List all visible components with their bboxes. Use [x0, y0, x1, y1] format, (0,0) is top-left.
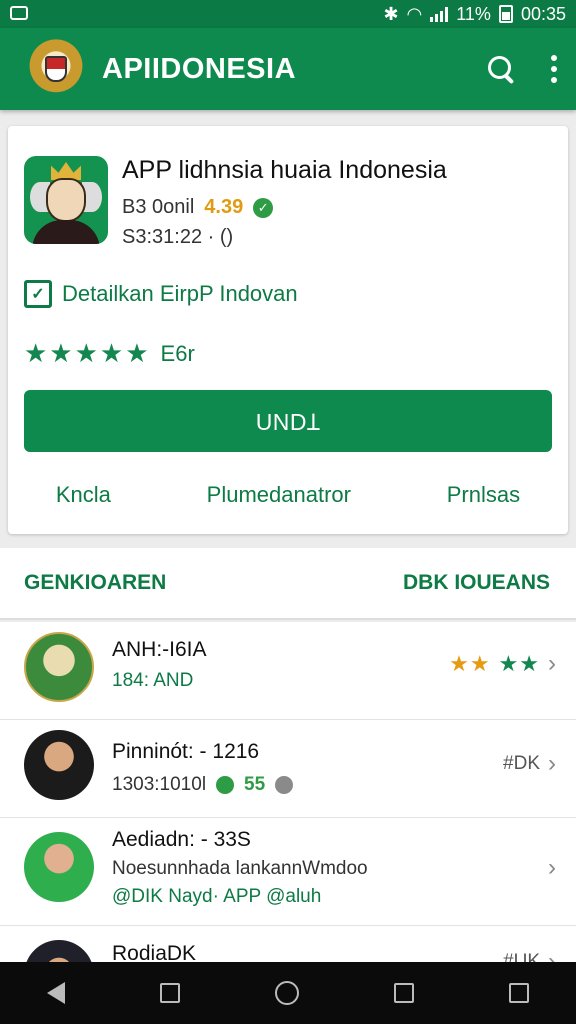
wifi-icon: ◠: [406, 3, 423, 24]
home-icon[interactable]: [274, 981, 299, 1005]
app-title: APIIDONESIA: [102, 52, 297, 85]
chevron-right-icon: ›: [548, 750, 556, 777]
check-icon: ✓: [24, 280, 52, 308]
item-subtitle: Noesunnhada lankannWmdoo: [112, 858, 368, 879]
bluetooth-icon: ✱: [383, 3, 399, 24]
list-item[interactable]: ANH:-I6IA 184: AND ★★ ★★ ›: [0, 622, 576, 720]
chevron-right-icon: ›: [548, 650, 556, 677]
app-detail-card: APP lidhnsia huaia Indonesia B3 0onil 4.…: [8, 126, 568, 534]
app-name: APP lidhnsia huaia Indonesia: [122, 156, 447, 184]
rating-row: ★★★★★ E6r: [24, 338, 195, 369]
recents-icon[interactable]: [393, 983, 414, 1003]
item-title: RodiaDK: [112, 942, 197, 962]
card-links: Kncla Plumedanatror Prnlsas: [8, 482, 568, 508]
app-bar: APIIDONESIA: [0, 28, 576, 110]
section-title[interactable]: GENKIOAREN: [24, 571, 166, 595]
install-button[interactable]: UNDꞱ: [24, 390, 552, 452]
battery-percent: 11%: [456, 3, 491, 24]
item-subtitle-2: @DIK Nayd· APP @aluh: [112, 886, 322, 907]
app-list: ANH:-I6IA 184: AND ★★ ★★ › Pinninót: - 12…: [0, 622, 576, 962]
star-rating-orange: ★★: [449, 651, 491, 676]
item-subtitle: 184: AND: [112, 670, 194, 691]
back-icon[interactable]: [47, 982, 66, 1004]
square-icon[interactable]: [160, 983, 181, 1003]
avatar: [24, 832, 94, 902]
list-item[interactable]: RodiaDK #UK ›: [0, 926, 576, 962]
section-header: GENKIOAREN DBK IOUEANS: [0, 548, 576, 620]
app-meta-line: B3 0onil 4.39 ✓: [122, 196, 274, 219]
section-more-link[interactable]: DBK IOUEANS: [403, 571, 550, 595]
badge-icon: [216, 776, 235, 794]
status-bar: ✱ ◠ 11% 00:35: [0, 0, 576, 28]
item-count: 55: [244, 774, 266, 795]
chevron-right-icon: ›: [548, 948, 556, 962]
developer-text: B3 0onil: [122, 196, 195, 218]
detail-link[interactable]: ✓ Detailkan EirpP Indovan: [24, 280, 298, 308]
search-icon[interactable]: [486, 54, 516, 84]
chevron-right-icon: ›: [548, 854, 556, 881]
clock: 00:35: [520, 3, 566, 24]
item-title: ANH:-I6IA: [112, 638, 207, 661]
notification-box-icon: [10, 5, 28, 20]
list-item[interactable]: Pinninót: - 1216 1303:1010l 55 #DK ›: [0, 720, 576, 818]
rating-label: E6r: [160, 340, 195, 366]
item-tag: #UK: [503, 951, 540, 962]
star-rating-green: ★★: [498, 651, 540, 676]
link-1[interactable]: Kncla: [56, 482, 111, 508]
item-subtitle: 1303:1010l: [112, 774, 207, 795]
more-options-icon[interactable]: [550, 55, 558, 83]
emblem-logo: [24, 37, 88, 101]
item-title: Pinninót: - 1216: [112, 740, 260, 763]
avatar: [24, 730, 94, 800]
signal-icon: [430, 6, 449, 22]
system-nav-bar: [0, 962, 576, 1024]
avatar: [24, 940, 94, 962]
rating-value: 4.39: [204, 196, 244, 218]
app-icon: [24, 156, 108, 244]
globe-icon: [275, 776, 294, 794]
list-item[interactable]: Aediadn: - 33S Noesunnhada lankannWmdoo …: [0, 818, 576, 926]
link-3[interactable]: Prnlsas: [447, 482, 520, 508]
link-2[interactable]: Plumedanatror: [207, 482, 351, 508]
verified-icon: ✓: [253, 197, 274, 218]
app-meta-line-2: S3:31:22 · (): [122, 226, 234, 248]
star-rating: ★★★★★: [24, 338, 151, 368]
item-subtitle-row: 1303:1010l 55: [112, 774, 294, 796]
avatar: [24, 632, 94, 702]
item-title: Aediadn: - 33S: [112, 828, 251, 851]
square-icon-2[interactable]: [508, 983, 529, 1003]
item-tag: #DK: [503, 753, 540, 774]
battery-icon: [498, 5, 513, 23]
detail-text: Detailkan EirpP Indovan: [62, 281, 298, 306]
